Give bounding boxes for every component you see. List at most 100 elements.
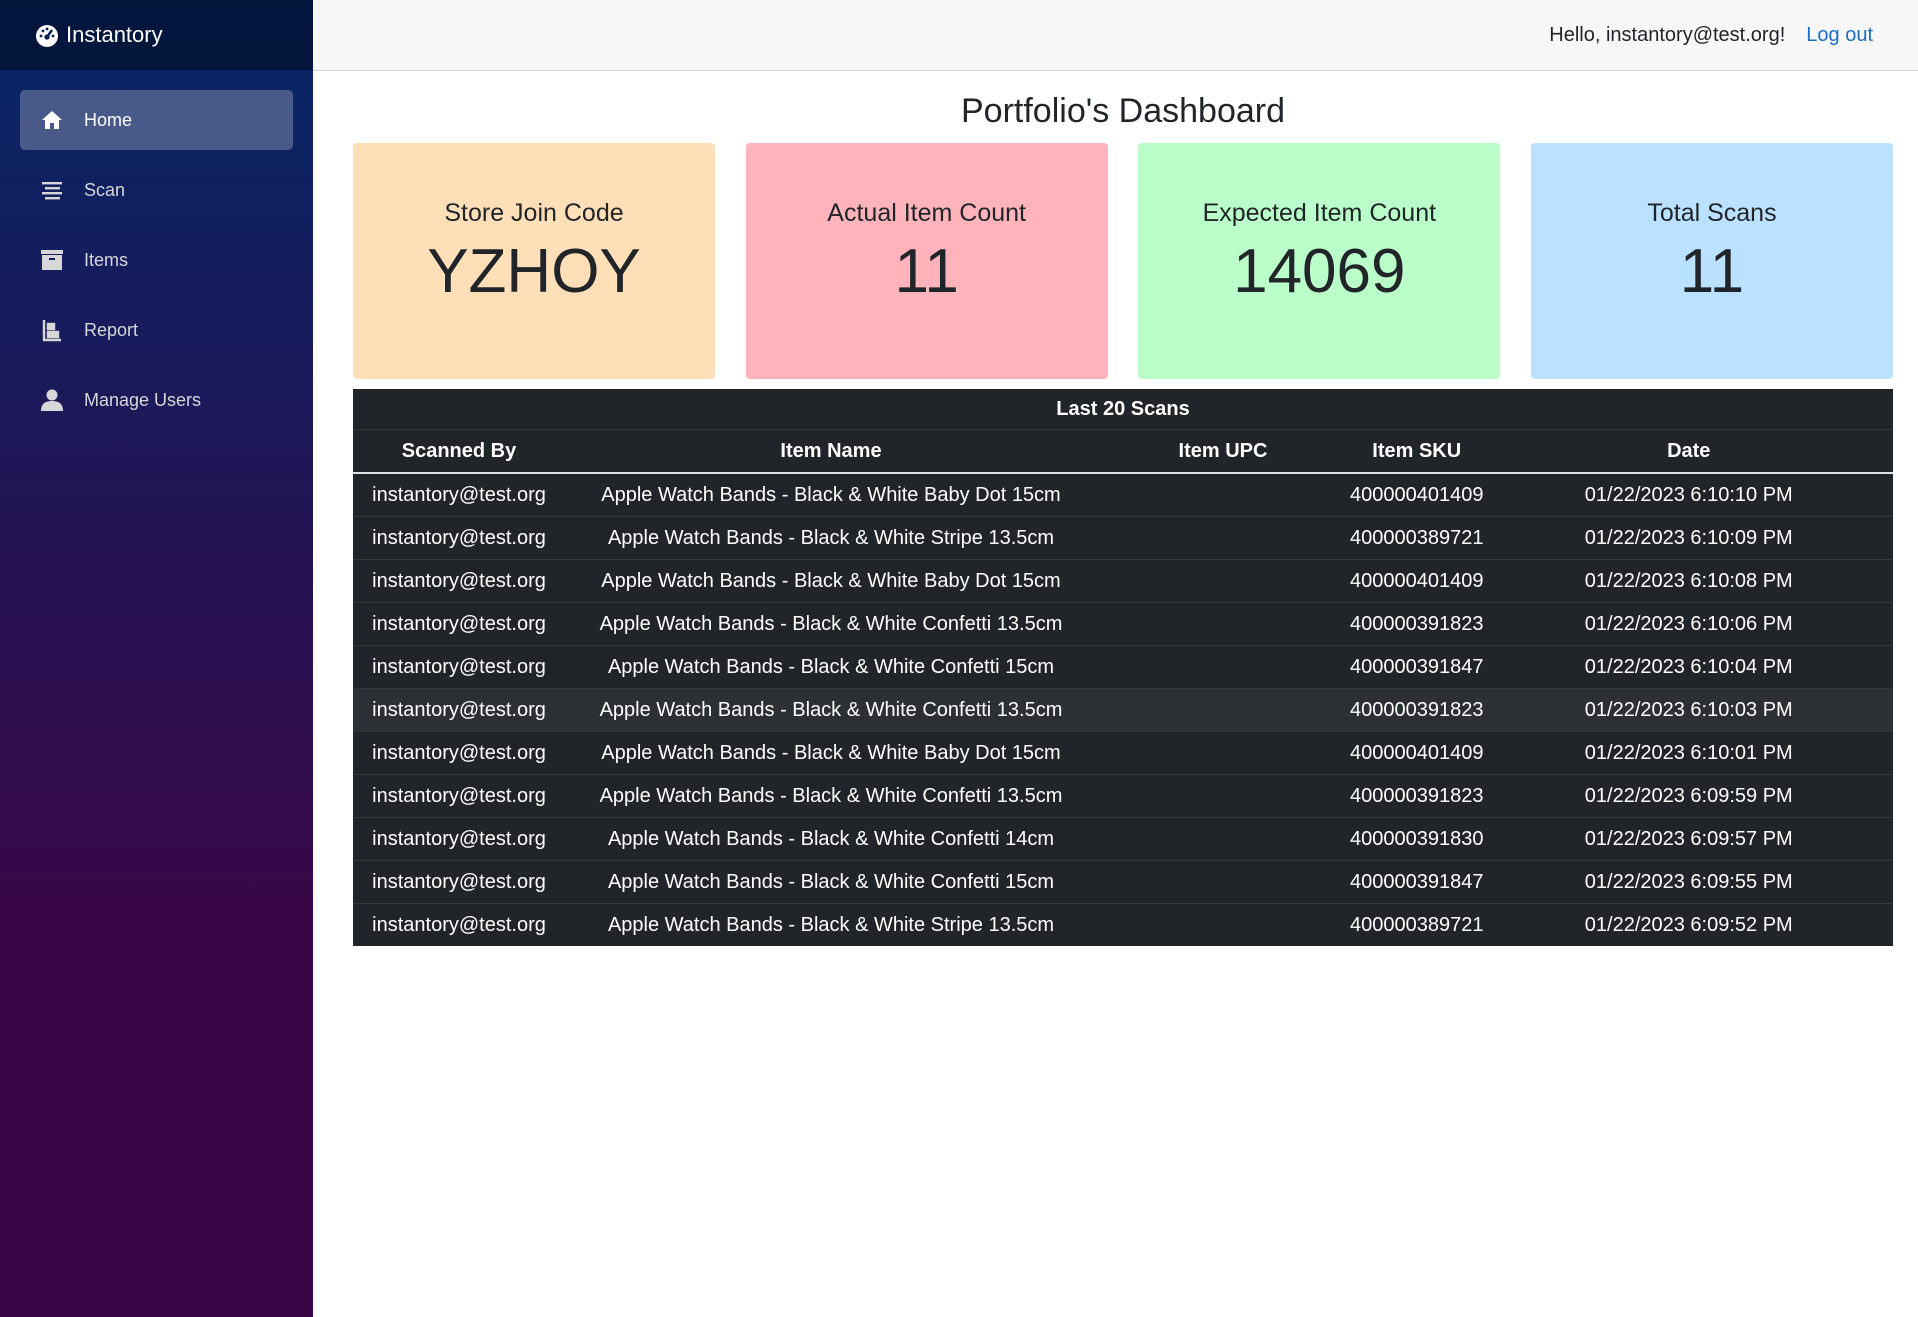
date-cell: 01/22/2023 6:10:08 PM (1484, 559, 1893, 603)
table-body: instantory@test.org Apple Watch Bands - B… (353, 472, 1893, 946)
item-name-cell: Apple Watch Bands - Black & White Baby D… (565, 731, 1097, 775)
table-row: instantory@test.org Apple Watch Bands - B… (353, 602, 1893, 646)
date-cell: 01/22/2023 6:09:52 PM (1484, 903, 1893, 946)
scanned-by-cell: instantory@test.org (353, 645, 565, 689)
item-upc-cell (1097, 688, 1349, 732)
table-caption: Last 20 Scans (353, 389, 1893, 430)
scans-table-container: Last 20 Scans Scanned By Item Name Item … (353, 389, 1893, 946)
item-upc-cell (1097, 602, 1349, 646)
table-row: instantory@test.org Apple Watch Bands - B… (353, 645, 1893, 689)
card-value: 14069 (1233, 237, 1406, 306)
item-upc-cell (1097, 817, 1349, 861)
item-sku-cell: 400000391830 (1349, 817, 1485, 861)
item-sku-cell: 400000389721 (1349, 516, 1485, 560)
card-value: 11 (1679, 237, 1745, 306)
card-actual-item-count: Actual Item Count 11 (745, 143, 1108, 379)
date-cell: 01/22/2023 6:09:55 PM (1484, 860, 1893, 904)
item-sku-cell: 400000391823 (1349, 774, 1485, 818)
stat-cards: Store Join Code YZHOY Actual Item Count … (353, 143, 1893, 379)
date-cell: 01/22/2023 6:10:04 PM (1484, 645, 1893, 689)
logout-link[interactable]: Log out (1806, 24, 1873, 47)
date-cell: 01/22/2023 6:10:01 PM (1484, 731, 1893, 775)
column-header: Item UPC (1097, 430, 1349, 474)
column-header: Item SKU (1349, 430, 1485, 474)
sidebar-item-scan[interactable]: Scan (20, 160, 293, 220)
item-upc-cell (1097, 472, 1349, 517)
main-content: Portfolio's Dashboard Store Join Code YZ… (353, 70, 1893, 946)
item-upc-cell (1097, 774, 1349, 818)
date-cell: 01/22/2023 6:09:59 PM (1484, 774, 1893, 818)
scanned-by-cell: instantory@test.org (353, 817, 565, 861)
item-name-cell: Apple Watch Bands - Black & White Stripe… (565, 903, 1097, 946)
item-name-cell: Apple Watch Bands - Black & White Baby D… (565, 472, 1097, 517)
scans-table: Last 20 Scans Scanned By Item Name Item … (353, 389, 1893, 946)
item-upc-cell (1097, 516, 1349, 560)
brand[interactable]: Instantory (0, 0, 313, 70)
sidebar-item-report[interactable]: Report (20, 300, 293, 360)
item-name-cell: Apple Watch Bands - Black & White Confet… (565, 774, 1097, 818)
table-row: instantory@test.org Apple Watch Bands - B… (353, 731, 1893, 775)
card-label: Store Join Code (444, 199, 624, 227)
top-bar: Hello, instantory@test.org! Log out (313, 0, 1918, 71)
scanned-by-cell: instantory@test.org (353, 860, 565, 904)
report-icon (40, 318, 64, 342)
item-name-cell: Apple Watch Bands - Black & White Baby D… (565, 559, 1097, 603)
card-value: 11 (894, 237, 959, 306)
scanned-by-cell: instantory@test.org (353, 903, 565, 946)
sidebar-item-manage-users[interactable]: Manage Users (20, 370, 293, 430)
brand-name: Instantory (66, 22, 163, 47)
item-upc-cell (1097, 645, 1349, 689)
table-row: instantory@test.org Apple Watch Bands - B… (353, 688, 1893, 732)
page-title: Portfolio's Dashboard (961, 92, 1285, 130)
card-label: Total Scans (1647, 199, 1777, 227)
item-sku-cell: 400000391823 (1349, 688, 1485, 732)
scanned-by-cell: instantory@test.org (353, 516, 565, 560)
home-icon (40, 108, 64, 132)
card-label: Actual Item Count (827, 199, 1027, 227)
column-header: Scanned By (353, 430, 565, 474)
item-upc-cell (1097, 903, 1349, 946)
date-cell: 01/22/2023 6:10:03 PM (1484, 688, 1893, 732)
table-row: instantory@test.org Apple Watch Bands - B… (353, 860, 1893, 904)
sidebar-item-label: Report (84, 319, 139, 340)
scanned-by-cell: instantory@test.org (353, 472, 565, 517)
table-row: instantory@test.org Apple Watch Bands - B… (353, 559, 1893, 603)
sidebar-item-label: Scan (84, 179, 126, 200)
sidebar-item-items[interactable]: Items (20, 230, 293, 290)
item-sku-cell: 400000401409 (1349, 472, 1485, 517)
item-upc-cell (1097, 559, 1349, 603)
sidebar-item-home[interactable]: Home (20, 90, 293, 150)
item-name-cell: Apple Watch Bands - Black & White Confet… (565, 860, 1097, 904)
box-icon (40, 248, 64, 272)
date-cell: 01/22/2023 6:10:10 PM (1484, 472, 1893, 517)
item-name-cell: Apple Watch Bands - Black & White Confet… (565, 645, 1097, 689)
user-icon (40, 388, 64, 412)
item-sku-cell: 400000401409 (1349, 731, 1485, 775)
date-cell: 01/22/2023 6:10:09 PM (1484, 516, 1893, 560)
item-name-cell: Apple Watch Bands - Black & White Confet… (565, 688, 1097, 732)
date-cell: 01/22/2023 6:10:06 PM (1484, 602, 1893, 646)
table-row: instantory@test.org Apple Watch Bands - B… (353, 817, 1893, 861)
card-store-join-code: Store Join Code YZHOY (353, 143, 715, 379)
sidebar-item-label: Home (84, 109, 133, 130)
scanned-by-cell: instantory@test.org (353, 774, 565, 818)
table-row: instantory@test.org Apple Watch Bands - B… (353, 472, 1893, 517)
item-name-cell: Apple Watch Bands - Black & White Confet… (565, 602, 1097, 646)
sidebar: Instantory Home Scan Items Report Manage… (0, 0, 313, 1317)
item-sku-cell: 400000389721 (1349, 903, 1485, 946)
card-expected-item-count: Expected Item Count 14069 (1138, 143, 1501, 379)
table-row: instantory@test.org Apple Watch Bands - B… (353, 774, 1893, 818)
table-header-row: Scanned By Item Name Item UPC Item SKU D… (353, 430, 1893, 474)
sidebar-item-label: Items (84, 249, 129, 270)
scanned-by-cell: instantory@test.org (353, 559, 565, 603)
user-greeting: Hello, instantory@test.org! (1549, 23, 1786, 46)
date-cell: 01/22/2023 6:09:57 PM (1484, 817, 1893, 861)
scanned-by-cell: instantory@test.org (353, 602, 565, 646)
item-sku-cell: 400000391847 (1349, 645, 1485, 689)
item-name-cell: Apple Watch Bands - Black & White Confet… (565, 817, 1097, 861)
item-sku-cell: 400000391823 (1349, 602, 1485, 646)
column-header: Item Name (565, 430, 1097, 474)
item-upc-cell (1097, 731, 1349, 775)
card-value: YZHOY (427, 237, 641, 306)
item-sku-cell: 400000401409 (1349, 559, 1485, 603)
